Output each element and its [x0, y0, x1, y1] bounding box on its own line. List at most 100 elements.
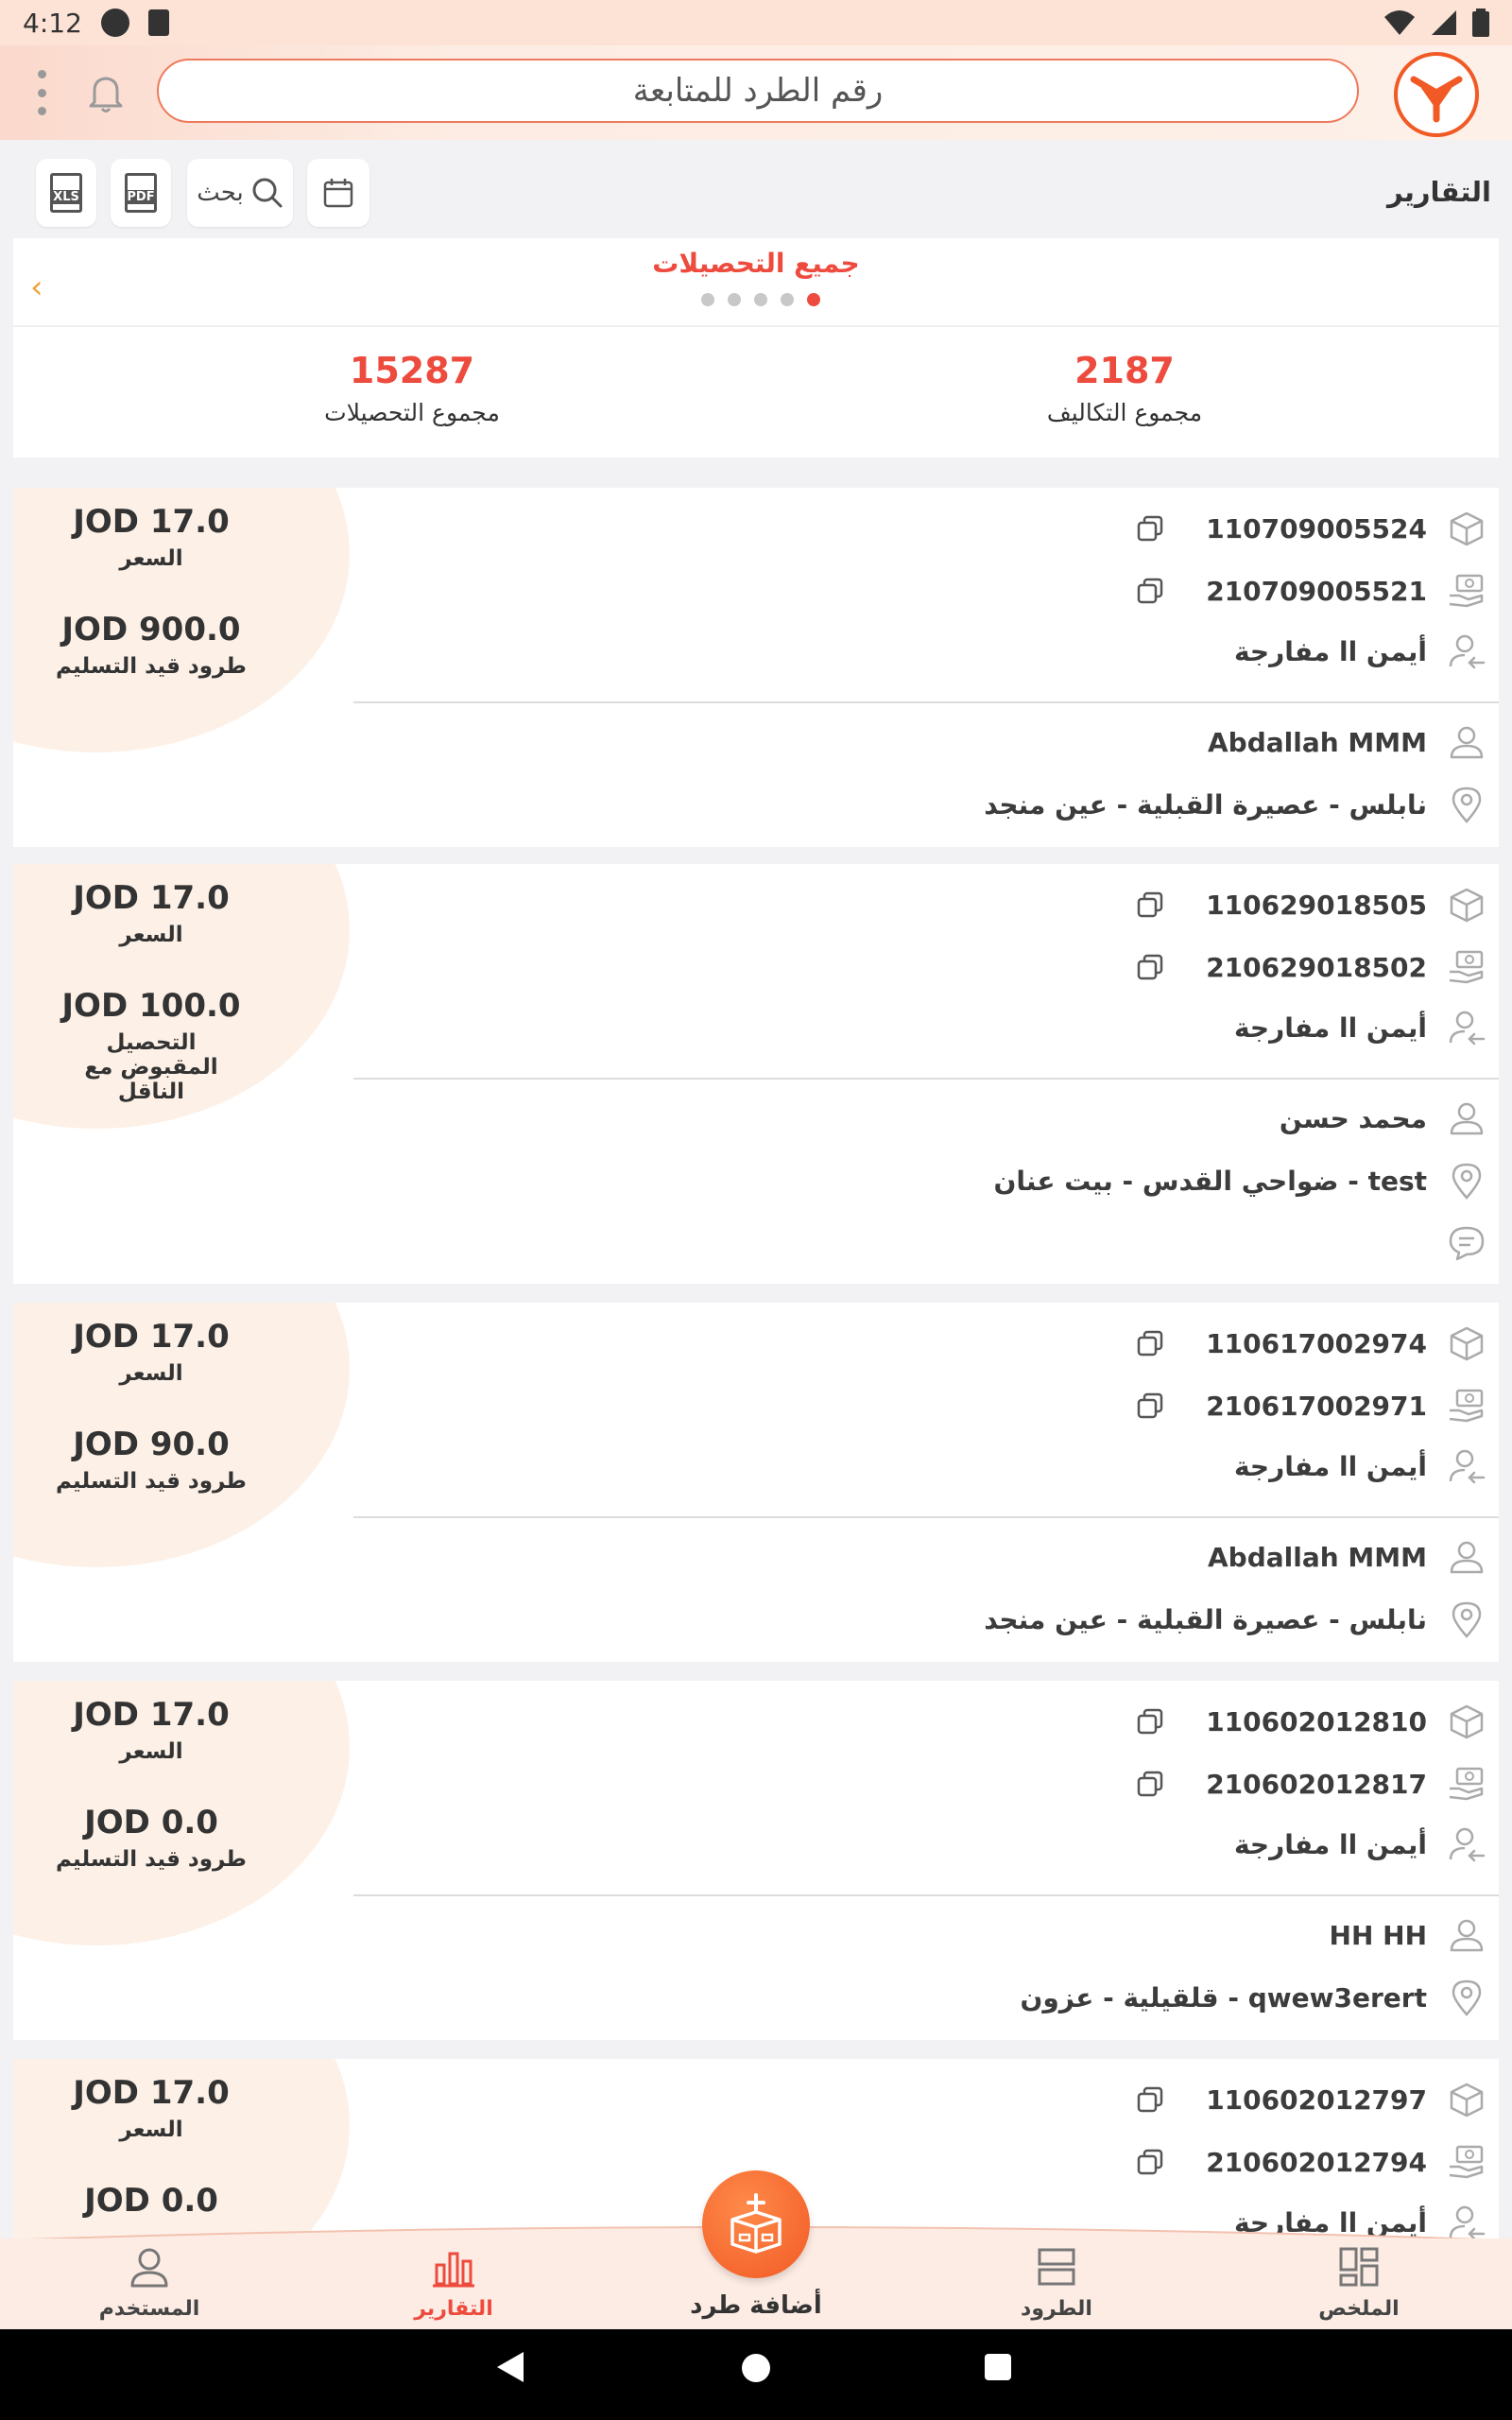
nav-parcels-label: الطرود: [1021, 2297, 1092, 2321]
total-costs-label: مجموع التكاليف: [1046, 399, 1203, 426]
copy-icon[interactable]: [1136, 1392, 1164, 1420]
stacked-boxes-icon: [1038, 2248, 1075, 2286]
price-value: JOD 17.0: [73, 503, 230, 541]
cash-hand-icon: [1448, 2143, 1486, 2181]
parcel-card[interactable]: JOD 17.0 السعر JOD 900.0 طرود قيد التسلي…: [13, 488, 1499, 847]
app-notification-icon: [100, 9, 129, 37]
pager-dot[interactable]: [701, 293, 714, 306]
add-parcel-button[interactable]: [702, 2170, 810, 2278]
customer-address: قلقيلية - عزون - qwew3erert: [1020, 1981, 1427, 2014]
nav-parcels[interactable]: الطرود: [962, 2244, 1151, 2321]
comment-icon[interactable]: [1448, 1224, 1486, 1262]
price-label: السعر: [119, 923, 183, 947]
copy-icon[interactable]: [1136, 953, 1164, 981]
user-icon: [1448, 1538, 1486, 1576]
location-pin-icon: [1448, 786, 1486, 823]
tracking-search-input[interactable]: رقم الطرد للمتابعة: [157, 59, 1359, 123]
parcel-number: 110602012810: [1206, 1705, 1427, 1737]
copy-icon[interactable]: [1136, 2085, 1164, 2114]
parcel-number: 110629018505: [1206, 889, 1427, 921]
package-icon: [1448, 1324, 1486, 1362]
total-costs-value: 2187: [1074, 350, 1175, 391]
cash-hand-icon: [1448, 572, 1486, 610]
package-icon: [1448, 510, 1486, 547]
price-value: JOD 17.0: [73, 879, 230, 917]
price-label: السعر: [119, 1739, 183, 1764]
notifications-bell-icon[interactable]: [79, 66, 132, 119]
user-icon: [1448, 723, 1486, 761]
date-filter-button[interactable]: [307, 159, 369, 227]
collection-status: التحصيل المقبوض مع الناقل: [84, 1030, 218, 1104]
chevron-left-icon[interactable]: ‹: [30, 268, 43, 306]
customer-address: ضواحي القدس - بيت عنان - test: [993, 1165, 1427, 1197]
location-pin-icon: [1448, 1600, 1486, 1638]
collection-amount: JOD 0.0: [84, 1804, 218, 1841]
summary-pager: [701, 293, 820, 306]
search-button[interactable]: بحث: [187, 159, 293, 227]
total-collections-value: 15287: [349, 350, 475, 391]
user-transfer-icon: [1448, 632, 1486, 670]
status-time: 4:12: [23, 7, 82, 39]
copy-icon[interactable]: [1136, 514, 1164, 543]
parcel-number: 110617002974: [1206, 1327, 1427, 1359]
add-parcel-label: أضافة طرد: [690, 2291, 822, 2320]
courier-name: أيمن اا مفارجة: [1233, 1450, 1427, 1482]
user-icon: [1448, 1099, 1486, 1137]
collection-amount: JOD 100.0: [61, 987, 241, 1025]
divider: [13, 325, 1499, 327]
copy-icon[interactable]: [1136, 2148, 1164, 2176]
courier-name: أيمن اا مفارجة: [1233, 1011, 1427, 1044]
cash-hand-icon: [1448, 1387, 1486, 1425]
nav-user[interactable]: المستخدم: [55, 2244, 244, 2321]
export-pdf-button[interactable]: PDF: [111, 159, 171, 227]
nav-reports[interactable]: التقارير: [359, 2244, 548, 2321]
parcel-number: 110602012797: [1206, 2083, 1427, 2116]
price-label: السعر: [119, 546, 183, 571]
home-icon[interactable]: [742, 2354, 770, 2382]
recent-apps-icon[interactable]: [985, 2354, 1011, 2380]
collection-amount: JOD 900.0: [61, 611, 241, 648]
copy-icon[interactable]: [1136, 1770, 1164, 1798]
parcel-card[interactable]: JOD 17.0 السعر JOD 90.0 طرود قيد التسليم…: [13, 1303, 1499, 1662]
copy-icon[interactable]: [1136, 890, 1164, 919]
calendar-icon: [323, 179, 353, 208]
user-transfer-icon: [1448, 1825, 1486, 1863]
copy-icon[interactable]: [1136, 1707, 1164, 1736]
divider: [353, 701, 1499, 703]
collection-amount: JOD 0.0: [84, 2182, 218, 2220]
courier-name: أيمن اا مفارجة: [1233, 635, 1427, 667]
parcel-card[interactable]: JOD 17.0 السعر JOD 100.0 التحصيل المقبوض…: [13, 864, 1499, 1284]
search-icon: [252, 178, 283, 208]
pager-dot[interactable]: [754, 293, 767, 306]
receipt-number: 210617002971: [1206, 1390, 1427, 1422]
xls-file-icon: XLS: [50, 173, 82, 213]
parcel-number: 110709005524: [1206, 512, 1427, 544]
more-options-icon[interactable]: [32, 70, 51, 115]
pager-dot[interactable]: [728, 293, 741, 306]
divider: [353, 1894, 1499, 1896]
export-xls-button[interactable]: XLS: [36, 159, 96, 227]
bar-chart-icon: [433, 2252, 474, 2288]
customer-address: نابلس - عصيرة القبلية - عين منجد: [984, 788, 1427, 821]
cash-hand-icon: [1448, 948, 1486, 986]
user-icon: [1448, 1916, 1486, 1954]
location-pin-icon: [1448, 1162, 1486, 1200]
wifi-icon: [1384, 10, 1415, 35]
collection-amount: JOD 90.0: [73, 1426, 230, 1463]
parcel-card[interactable]: JOD 17.0 السعر JOD 0.0 طرود قيد التسليم …: [13, 1681, 1499, 2040]
location-pin-icon: [1448, 1979, 1486, 2016]
receipt-number: 210629018502: [1206, 951, 1427, 983]
add-box-icon: [730, 2193, 782, 2254]
cash-hand-icon: [1448, 1765, 1486, 1803]
pdf-file-icon: PDF: [125, 173, 157, 213]
pager-dot-active[interactable]: [807, 293, 820, 306]
nav-summary[interactable]: الملخص: [1264, 2244, 1453, 2321]
collections-summary-card: جميع التحصيلات ‹ 15287 مجموع التحصيلات 2…: [13, 238, 1499, 458]
pager-dot[interactable]: [781, 293, 794, 306]
copy-icon[interactable]: [1136, 1329, 1164, 1357]
battery-icon: [1472, 9, 1489, 37]
copy-icon[interactable]: [1136, 577, 1164, 605]
back-icon[interactable]: [497, 2352, 524, 2382]
total-costs-stat: 2187 مجموع التكاليف: [936, 350, 1314, 426]
collection-status: طرود قيد التسليم: [56, 1469, 247, 1494]
